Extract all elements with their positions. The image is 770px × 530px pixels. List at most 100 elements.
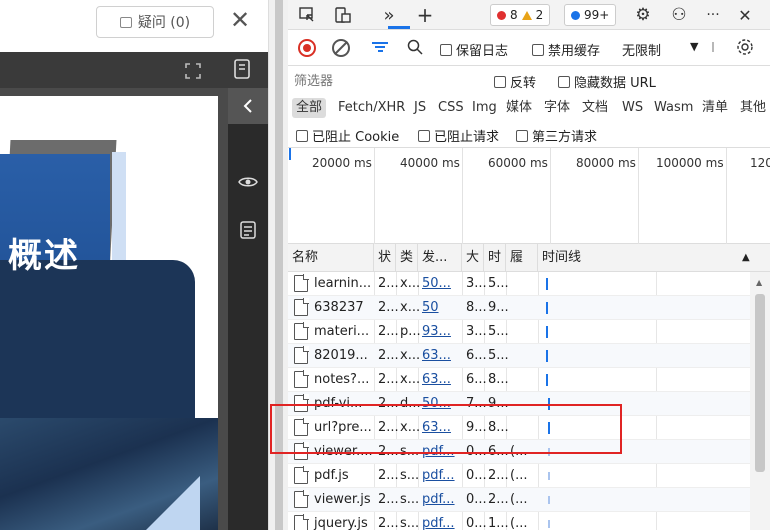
table-row[interactable]: jquery.js 2... s... pdf... 0... 1... (...	[288, 512, 750, 530]
table-row[interactable]: 638237 2... x... 50 8... 9...	[288, 296, 750, 320]
request-initiator[interactable]: 50...	[418, 272, 451, 296]
type-filter-font[interactable]: 字体	[540, 98, 574, 118]
disable-cache-label: 禁用缓存	[548, 44, 601, 59]
request-initiator[interactable]: pdf...	[418, 488, 455, 512]
type-filter-all[interactable]: 全部	[292, 98, 327, 118]
search-icon[interactable]	[406, 38, 424, 56]
type-filter-doc[interactable]: 文档	[578, 98, 612, 118]
table-scrollbar[interactable]: ▲	[750, 272, 770, 530]
checkbox[interactable]	[516, 130, 528, 142]
grid-line	[638, 148, 639, 244]
table-row[interactable]: materi... 2... p... 93... 3... 5...	[288, 320, 750, 344]
request-status: 2...	[378, 372, 399, 387]
device-toolbar-icon[interactable]	[332, 4, 354, 26]
type-filter-img[interactable]: Img	[468, 98, 501, 118]
inspect-element-icon[interactable]	[296, 4, 318, 26]
scrollbar-thumb[interactable]	[755, 294, 765, 472]
type-filter-media[interactable]: 媒体	[502, 98, 536, 118]
request-name[interactable]: pdf.js	[310, 464, 372, 488]
table-row[interactable]: 82019... 2... x... 63... 6... 5...	[288, 344, 750, 368]
profile-icon[interactable]: ⚇	[668, 4, 690, 26]
close-icon[interactable]: ✕	[228, 8, 252, 32]
network-conditions-icon[interactable]	[708, 40, 718, 54]
filter-icon[interactable]	[372, 40, 388, 54]
type-filter-css[interactable]: CSS	[434, 98, 468, 118]
col-fulfilled[interactable]: 履	[506, 244, 538, 272]
notebook-icon[interactable]	[232, 58, 252, 80]
col-size[interactable]: 大	[462, 244, 484, 272]
request-initiator[interactable]: 93...	[418, 320, 451, 344]
third-party-checkbox[interactable]: 第三方请求	[516, 126, 597, 145]
settings-icon[interactable]: ⚙	[632, 4, 654, 26]
request-initiator[interactable]: 63...	[418, 344, 451, 368]
chevron-down-icon[interactable]: ▼	[690, 40, 698, 53]
col-status[interactable]: 状	[374, 244, 396, 272]
checkbox[interactable]	[532, 44, 544, 56]
close-devtools-icon[interactable]: ✕	[734, 4, 756, 26]
document-icon	[294, 274, 309, 292]
checkbox[interactable]	[558, 76, 570, 88]
network-overview-timeline[interactable]: 20000 ms 40000 ms 60000 ms 80000 ms 1000…	[288, 148, 770, 244]
table-row[interactable]: viewer.js 2... s... pdf... 0... 2... (...	[288, 488, 750, 512]
error-warning-badge[interactable]: 8 2	[490, 4, 551, 26]
request-time: 5...	[488, 348, 509, 363]
col-time[interactable]: 时	[484, 244, 506, 272]
scroll-up-icon[interactable]: ▲	[756, 278, 762, 287]
checkbox[interactable]	[440, 44, 452, 56]
table-row[interactable]: pdf.js 2... s... pdf... 0... 2... (...	[288, 464, 750, 488]
blocked-requests-checkbox[interactable]: 已阻止请求	[418, 126, 499, 145]
hide-data-urls-checkbox[interactable]: 隐藏数据 URL	[558, 72, 656, 91]
request-status: 2...	[378, 516, 399, 530]
table-row[interactable]: notes?... 2... x... 63... 6... 8...	[288, 368, 750, 392]
request-name[interactable]: materi...	[310, 320, 372, 344]
preserve-log-checkbox[interactable]: 保留日志	[440, 40, 508, 59]
request-name[interactable]: viewer.js	[310, 488, 372, 512]
request-name[interactable]: 82019...	[310, 344, 372, 368]
more-tabs-icon[interactable]: »	[378, 4, 400, 26]
record-button[interactable]	[298, 39, 316, 57]
type-filter-fetch-xhr[interactable]: Fetch/XHR	[334, 98, 409, 118]
col-initiator[interactable]: 发...	[418, 244, 462, 272]
notes-icon[interactable]	[228, 212, 268, 248]
type-filter-ws[interactable]: WS	[618, 98, 647, 118]
table-row[interactable]: learnin... 2... x... 50... 3... 5...	[288, 272, 750, 296]
type-filter-other[interactable]: 其他	[736, 98, 770, 118]
checkbox[interactable]	[296, 130, 308, 142]
checkbox[interactable]	[494, 76, 506, 88]
request-initiator[interactable]: 50	[418, 296, 439, 320]
sort-ascending-icon[interactable]: ▲	[742, 252, 750, 263]
request-initiator[interactable]: pdf...	[418, 464, 455, 488]
request-name[interactable]: 638237	[310, 296, 372, 320]
blocked-cookies-checkbox[interactable]: 已阻止 Cookie	[296, 126, 399, 145]
issues-badge[interactable]: 99+	[564, 4, 617, 26]
clear-button[interactable]	[332, 39, 350, 57]
fullscreen-icon[interactable]	[184, 62, 202, 80]
filter-input[interactable]	[292, 70, 476, 92]
viewer-side-rail	[228, 88, 268, 530]
disable-cache-checkbox[interactable]: 禁用缓存	[532, 40, 600, 59]
chevron-left-icon[interactable]	[228, 88, 268, 124]
invert-checkbox[interactable]: 反转	[494, 72, 536, 91]
throttling-select[interactable]: 无限制	[622, 40, 661, 59]
col-waterfall[interactable]: 时间线	[538, 244, 770, 272]
col-name[interactable]: 名称	[288, 244, 374, 272]
type-filter-js[interactable]: JS	[410, 98, 430, 118]
request-name[interactable]: notes?...	[310, 368, 372, 392]
type-filter-manifest[interactable]: 清单	[698, 98, 732, 118]
waterfall-bar	[546, 326, 548, 338]
network-settings-icon[interactable]	[734, 36, 756, 58]
request-name[interactable]: jquery.js	[310, 512, 372, 530]
type-filter-wasm[interactable]: Wasm	[650, 98, 697, 118]
checkbox[interactable]	[418, 130, 430, 142]
more-options-icon[interactable]: ···	[702, 4, 724, 26]
request-initiator[interactable]: 63...	[418, 368, 451, 392]
request-name[interactable]: learnin...	[310, 272, 372, 296]
waterfall-bar	[548, 472, 550, 480]
add-tab-icon[interactable]: +	[414, 3, 436, 27]
col-type[interactable]: 类	[396, 244, 418, 272]
doubt-button[interactable]: 疑问 (0)	[96, 6, 214, 38]
request-extra	[506, 320, 510, 344]
request-initiator[interactable]: pdf...	[418, 512, 455, 530]
eye-icon[interactable]	[228, 164, 268, 200]
request-size: 6...	[466, 348, 487, 363]
